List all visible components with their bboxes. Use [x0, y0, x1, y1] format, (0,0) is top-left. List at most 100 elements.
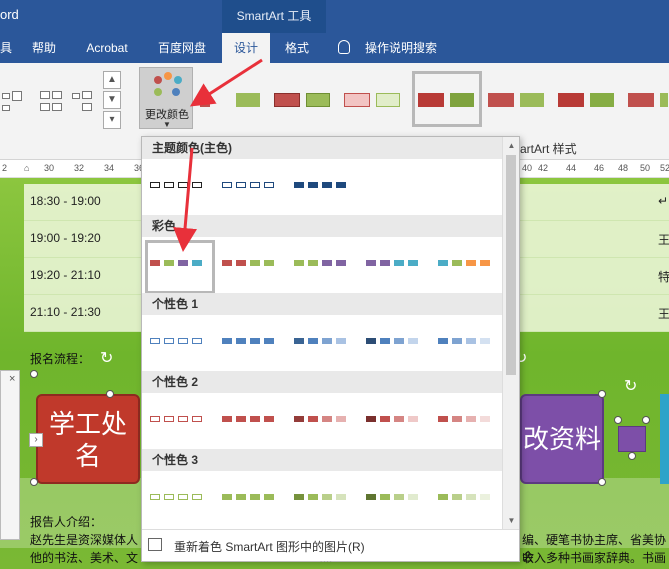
chevron-down-icon: ▼: [163, 120, 171, 129]
color-option-colorful[interactable]: [294, 260, 356, 266]
selection-handle[interactable]: [30, 370, 38, 378]
schedule-cell: ↵: [658, 194, 669, 208]
ruler-tick: 40: [522, 163, 533, 173]
app-title: ord: [0, 7, 19, 22]
resize-grip-icon[interactable]: ....: [320, 555, 333, 564]
selection-handle[interactable]: [642, 416, 650, 424]
selection-handle[interactable]: [628, 452, 636, 460]
layout-thumbnail-icon[interactable]: [70, 89, 100, 117]
palette-dot: [172, 88, 180, 96]
section-header: 主题颜色(主色): [142, 137, 504, 159]
text-pane-toggle-icon[interactable]: ›: [29, 433, 43, 447]
palette-dot: [174, 76, 182, 84]
ruler-tick: 46: [594, 163, 605, 173]
ruler-tick: 50: [640, 163, 651, 173]
color-option[interactable]: [294, 182, 356, 188]
ruler-tick: 32: [74, 163, 85, 173]
scroll-down-icon[interactable]: ▼: [503, 512, 520, 529]
tab-help[interactable]: 帮助: [26, 33, 62, 63]
paragraph-line: 收入多种书画家辞典。书画作: [522, 551, 667, 569]
color-option-accent2[interactable]: [222, 416, 284, 422]
selection-handle[interactable]: [30, 478, 38, 486]
rotate-handle-icon[interactable]: ↻: [624, 376, 637, 396]
color-option-colorful[interactable]: [438, 260, 500, 266]
ruler-tick: 2: [2, 163, 8, 173]
scrollbar-thumb[interactable]: [506, 155, 516, 375]
smartart-shape-left[interactable]: 学工处名: [36, 394, 140, 484]
layout-scroll-down-icon[interactable]: ▼: [103, 91, 121, 109]
selection-handle[interactable]: [598, 390, 606, 398]
smartart-shape-right[interactable]: 改资料: [520, 394, 604, 484]
signup-process-label: 报名流程：: [30, 352, 91, 366]
ruler-tick: 30: [44, 163, 55, 173]
color-option-accent2[interactable]: [294, 416, 356, 422]
color-option-colorful[interactable]: [222, 260, 284, 266]
smartart-style-option[interactable]: [554, 85, 618, 115]
tab-acrobat[interactable]: Acrobat: [78, 33, 136, 63]
section-header: 个性色 3: [142, 449, 504, 471]
color-option-accent2[interactable]: [366, 416, 428, 422]
tab-design[interactable]: 设计: [222, 33, 270, 63]
change-colors-gallery[interactable]: 主题颜色(主色) 彩色 个性色 1 个性色 2 个性色 3 ▲ ▼ 重新着色 S…: [141, 136, 520, 564]
color-option-accent2[interactable]: [150, 416, 212, 422]
ruler-indent-marker-icon[interactable]: ⌂: [24, 163, 29, 173]
layout-thumbnail-icon[interactable]: [40, 89, 70, 117]
smartart-tools-context-tab: SmartArt 工具: [222, 0, 326, 33]
ruler-tick: 44: [566, 163, 577, 173]
recolor-pictures-option[interactable]: 重新着色 SmartArt 图形中的图片(R) ....: [142, 529, 519, 564]
layout-more-icon[interactable]: ▾: [103, 111, 121, 129]
schedule-time: 21:10 - 21:30: [30, 305, 101, 319]
color-option[interactable]: [150, 182, 212, 188]
section-header: 个性色 1: [142, 293, 504, 315]
ruler-tick: 34: [104, 163, 115, 173]
scroll-up-icon[interactable]: ▲: [503, 137, 520, 154]
color-option-accent2[interactable]: [438, 416, 500, 422]
smartart-style-option[interactable]: [484, 85, 548, 115]
schedule-time: 19:20 - 21:10: [30, 268, 101, 282]
selection-handle[interactable]: [106, 390, 114, 398]
section-header: 彩色: [142, 215, 504, 237]
tab-baidu-netdisk[interactable]: 百度网盘: [150, 33, 214, 63]
palette-icon: [154, 76, 162, 84]
tab-tools[interactable]: 具: [0, 33, 12, 63]
color-option-accent3[interactable]: [438, 494, 500, 500]
layout-thumbnail-icon[interactable]: [0, 89, 30, 117]
color-option-colorful[interactable]: [150, 260, 212, 266]
color-option-accent1[interactable]: [150, 338, 212, 344]
smartart-style-option[interactable]: [624, 85, 669, 115]
color-option-accent3[interactable]: [222, 494, 284, 500]
change-colors-button[interactable]: 更改颜色 ▼: [139, 67, 193, 129]
color-option[interactable]: [222, 182, 284, 188]
color-option-accent1[interactable]: [294, 338, 356, 344]
color-option-accent3[interactable]: [366, 494, 428, 500]
color-option-accent3[interactable]: [294, 494, 356, 500]
reporter-intro-label: 报告人介绍：: [30, 515, 103, 529]
schedule-time: 19:00 - 19:20: [30, 231, 101, 245]
smartart-style-option[interactable]: [414, 85, 478, 115]
smartart-connector-arrow[interactable]: [618, 426, 646, 452]
color-option-accent3[interactable]: [150, 494, 212, 500]
color-option-accent1[interactable]: [366, 338, 428, 344]
smartart-shape-edge[interactable]: [660, 394, 669, 484]
smartart-text-pane[interactable]: × ›: [0, 370, 43, 540]
smartart-style-option[interactable]: [200, 85, 264, 115]
color-option-colorful[interactable]: [366, 260, 428, 266]
close-icon[interactable]: ×: [9, 373, 15, 385]
schedule-cell: 王: [658, 233, 669, 247]
color-option-row: [142, 159, 504, 211]
smartart-style-option[interactable]: [270, 85, 334, 115]
color-option-accent1[interactable]: [438, 338, 500, 344]
paragraph-line: 他的书法、美术、文: [30, 551, 139, 565]
layout-scroll-up-icon[interactable]: ▲: [103, 71, 121, 89]
ribbon-tabs: 具 帮助 Acrobat 百度网盘 设计 格式 操作说明搜索: [0, 33, 669, 63]
schedule-cell: 特: [658, 270, 669, 284]
rotate-handle-icon[interactable]: ↻: [100, 348, 113, 368]
tell-me-search[interactable]: 操作说明搜索: [358, 33, 444, 63]
color-option-accent1[interactable]: [222, 338, 284, 344]
selection-handle[interactable]: [598, 478, 606, 486]
smartart-style-option[interactable]: [340, 85, 404, 115]
selection-handle[interactable]: [614, 416, 622, 424]
gallery-scrollbar[interactable]: ▲ ▼: [502, 137, 519, 529]
tab-format[interactable]: 格式: [278, 33, 316, 63]
color-option-row: [142, 315, 504, 367]
